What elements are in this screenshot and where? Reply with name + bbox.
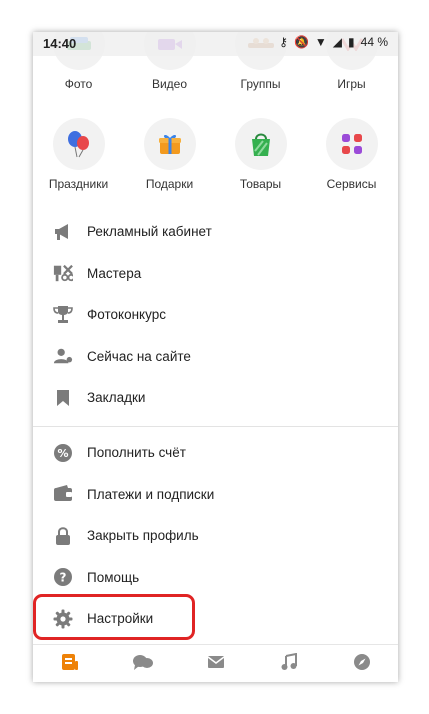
tile-label: Игры — [337, 77, 366, 91]
menu-item-label: Помощь — [87, 569, 140, 585]
shopping-bag-icon — [234, 118, 287, 170]
menu-item-label: Пополнить счёт — [87, 445, 186, 461]
megaphone-icon — [53, 222, 73, 242]
wallet-icon — [53, 484, 73, 504]
phone-screen: 14:40 ⚷ 🔕 ▼ ◢ ▮ 44 % Фото Видео Группы И… — [33, 32, 398, 682]
music-icon — [281, 652, 297, 676]
status-icons: ⚷ 🔕 ▼ ◢ ▮ 44 % — [279, 35, 388, 49]
tile-label: Товары — [239, 177, 282, 191]
tile-label: Сервисы — [326, 177, 377, 191]
services-grid-icon — [325, 118, 378, 170]
menu-item-label: Рекламный кабинет — [87, 224, 212, 240]
tile-label: Подарки — [145, 177, 194, 191]
menu-section-main: Рекламный кабинет Мастера Фотоконкурс Се… — [33, 211, 398, 419]
menu-item-label: Фотоконкурс — [87, 307, 166, 323]
menu-item-help[interactable]: ? Помощь — [33, 557, 398, 599]
menu-item-photo-contest[interactable]: Фотоконкурс — [33, 294, 398, 336]
settings-highlight-frame — [33, 594, 195, 640]
battery-percent: 44 % — [360, 35, 388, 49]
tab-discover[interactable] — [325, 645, 398, 682]
tile-label: Видео — [151, 77, 188, 91]
menu-item-close-profile[interactable]: Закрыть профиль — [33, 515, 398, 557]
svg-text:?: ? — [60, 571, 67, 585]
status-time: 14:40 — [43, 36, 77, 51]
tab-messages[interactable] — [179, 645, 252, 682]
discover-icon — [353, 653, 371, 676]
tile-gifts[interactable]: Подарки — [124, 118, 215, 191]
menu-item-ads-cabinet[interactable]: Рекламный кабинет — [33, 211, 398, 253]
tile-label: Фото — [64, 77, 93, 91]
bottom-tab-bar — [33, 644, 398, 682]
menu-item-label: Закладки — [87, 390, 146, 406]
balloons-icon — [52, 118, 105, 170]
svg-text:%: % — [57, 447, 68, 460]
tile-services[interactable]: Сервисы — [306, 118, 397, 191]
grid-row-services: Праздники Подарки Товары Сервисы — [33, 118, 398, 191]
top-up-icon: % — [53, 443, 73, 463]
tile-holidays[interactable]: Праздники — [33, 118, 124, 191]
bookmark-icon — [53, 388, 73, 408]
lock-icon — [53, 526, 73, 546]
masters-tools-icon — [53, 263, 73, 283]
tab-feed[interactable] — [33, 645, 106, 682]
tile-label: Группы — [240, 77, 281, 91]
vpn-key-icon: ⚷ — [279, 35, 288, 49]
menu-item-label: Платежи и подписки — [87, 486, 215, 502]
chat-icon — [132, 653, 154, 676]
menu-item-masters[interactable]: Мастера — [33, 253, 398, 295]
menu-item-payments[interactable]: Платежи и подписки — [33, 474, 398, 516]
menu-item-bookmarks[interactable]: Закладки — [33, 377, 398, 419]
mute-icon: 🔕 — [293, 35, 309, 49]
tab-music[interactable] — [252, 645, 325, 682]
signal-icon: ◢ — [332, 35, 343, 49]
tile-goods[interactable]: Товары — [215, 118, 306, 191]
mail-icon — [207, 655, 225, 674]
tile-label: Праздники — [48, 177, 109, 191]
status-bar: 14:40 ⚷ 🔕 ▼ ◢ ▮ 44 % — [33, 32, 398, 56]
menu-divider — [33, 426, 398, 427]
tab-chats[interactable] — [106, 645, 179, 682]
battery-icon: ▮ — [348, 35, 355, 49]
menu-item-online-now[interactable]: Сейчас на сайте — [33, 336, 398, 378]
menu-item-label: Закрыть профиль — [87, 528, 199, 544]
feed-icon — [61, 653, 79, 676]
wifi-icon: ▼ — [314, 35, 327, 49]
help-icon: ? — [53, 567, 73, 587]
menu-item-label: Сейчас на сайте — [87, 348, 191, 364]
trophy-icon — [53, 305, 73, 325]
menu-item-top-up[interactable]: % Пополнить счёт — [33, 432, 398, 474]
gift-icon — [143, 118, 196, 170]
online-users-icon — [53, 346, 73, 366]
menu-item-label: Мастера — [87, 265, 142, 281]
